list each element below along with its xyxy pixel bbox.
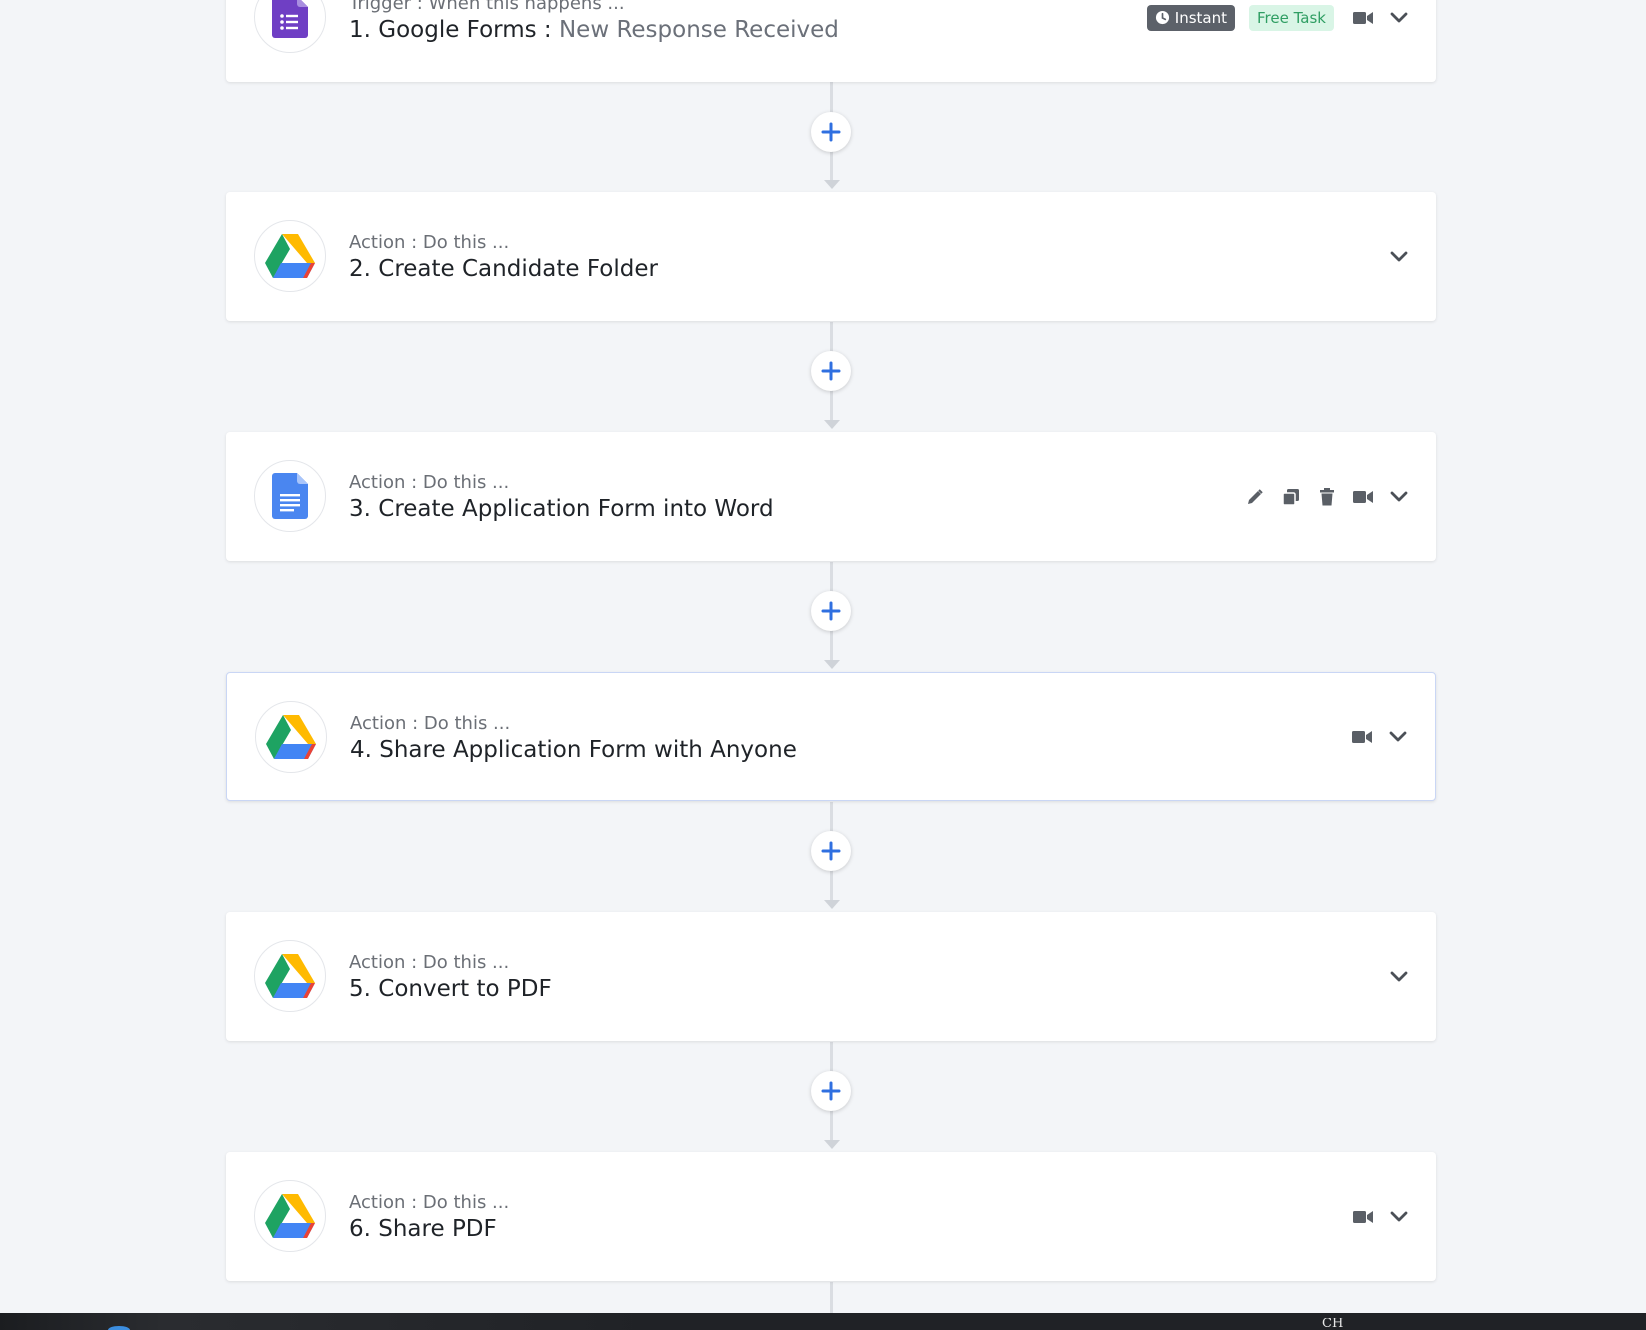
- workflow-canvas: Trigger : When this happens ... 1. Googl…: [0, 0, 1646, 1330]
- step-card-action[interactable]: Action : Do this ... 2. Create Candidate…: [226, 192, 1436, 321]
- copy-icon[interactable]: [1280, 486, 1302, 508]
- pencil-icon[interactable]: [1244, 486, 1266, 508]
- google-docs-icon: [254, 460, 326, 532]
- plus-icon: [821, 841, 841, 861]
- taskbar-app-icon[interactable]: [108, 1326, 130, 1330]
- chevron-down-icon[interactable]: [1388, 1206, 1410, 1228]
- video-icon[interactable]: [1352, 486, 1374, 508]
- step-card-action[interactable]: Action : Do this ... 5. Convert to PDF: [226, 912, 1436, 1041]
- connector-arrow: [824, 1140, 840, 1149]
- step-actions: [1351, 673, 1409, 800]
- step-actions: Instant Free Task: [1146, 0, 1410, 82]
- chevron-down-icon[interactable]: [1388, 486, 1410, 508]
- add-step-button[interactable]: [811, 112, 851, 152]
- input-language-indicator[interactable]: CH: [1322, 1318, 1343, 1330]
- trash-icon[interactable]: [1316, 486, 1338, 508]
- step-title: 2. Create Candidate Folder: [349, 256, 658, 282]
- step-card-action[interactable]: Action : Do this ... 3. Create Applicati…: [226, 432, 1436, 561]
- add-step-button[interactable]: [811, 591, 851, 631]
- google-drive-icon: [254, 220, 326, 292]
- plus-icon: [821, 1081, 841, 1101]
- step-card-trigger[interactable]: Trigger : When this happens ... 1. Googl…: [226, 0, 1436, 82]
- step-title: 5. Convert to PDF: [349, 976, 552, 1002]
- step-actions: [1388, 192, 1410, 321]
- os-taskbar: [0, 1313, 1646, 1330]
- step-title: 6. Share PDF: [349, 1216, 497, 1242]
- step-type-label: Action : Do this ...: [349, 232, 510, 253]
- chevron-down-icon[interactable]: [1388, 966, 1410, 988]
- step-actions: [1388, 912, 1410, 1041]
- chevron-down-icon[interactable]: [1387, 726, 1409, 748]
- add-step-button[interactable]: [811, 351, 851, 391]
- connector-arrow: [824, 660, 840, 669]
- step-type-label: Action : Do this ...: [349, 952, 510, 973]
- video-icon[interactable]: [1351, 726, 1373, 748]
- connector-line: [830, 1282, 833, 1314]
- step-app-name: 1. Google Forms :: [349, 17, 552, 43]
- step-card-action[interactable]: Action : Do this ... 4. Share Applicatio…: [226, 672, 1436, 801]
- google-drive-icon: [254, 940, 326, 1012]
- connector-arrow: [824, 900, 840, 909]
- connector-arrow: [824, 420, 840, 429]
- step-type-label: Trigger : When this happens ...: [349, 0, 625, 14]
- step-title: 3. Create Application Form into Word: [349, 496, 774, 522]
- step-title: 4. Share Application Form with Anyone: [350, 737, 797, 763]
- free-task-badge: Free Task: [1249, 4, 1334, 31]
- step-type-label: Action : Do this ...: [350, 713, 511, 734]
- video-icon[interactable]: [1352, 7, 1374, 29]
- step-type-label: Action : Do this ...: [349, 1192, 510, 1213]
- google-drive-icon: [254, 1180, 326, 1252]
- add-step-button[interactable]: [811, 1071, 851, 1111]
- plus-icon: [821, 601, 841, 621]
- step-card-action[interactable]: Action : Do this ... 6. Share PDF: [226, 1152, 1436, 1281]
- chevron-down-icon[interactable]: [1388, 7, 1410, 29]
- connector-arrow: [824, 180, 840, 189]
- add-step-button[interactable]: [811, 831, 851, 871]
- step-actions: [1244, 432, 1410, 561]
- video-icon[interactable]: [1352, 1206, 1374, 1228]
- step-title: 1. Google Forms : New Response Received: [349, 17, 839, 43]
- clock-icon: [1155, 10, 1169, 25]
- chevron-down-icon[interactable]: [1388, 246, 1410, 268]
- plus-icon: [821, 122, 841, 142]
- step-type-label: Action : Do this ...: [349, 472, 510, 493]
- instant-badge: Instant: [1146, 4, 1236, 31]
- instant-label: Instant: [1174, 8, 1228, 27]
- plus-icon: [821, 361, 841, 381]
- step-actions: [1352, 1152, 1410, 1281]
- google-drive-icon: [255, 701, 327, 773]
- step-event-name: New Response Received: [558, 17, 839, 43]
- google-forms-icon: [254, 0, 326, 53]
